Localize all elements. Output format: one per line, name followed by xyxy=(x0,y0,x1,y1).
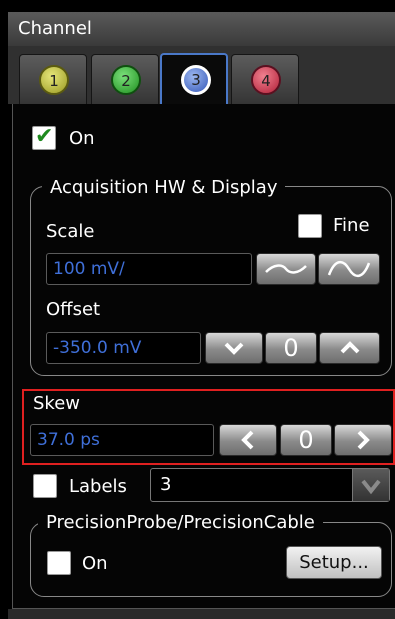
offset-decrement-button[interactable] xyxy=(205,332,263,364)
offset-label: Offset xyxy=(46,299,101,320)
channel-1-badge: 1 xyxy=(39,65,69,95)
labels-label: Labels xyxy=(69,476,127,497)
coarse-wave-icon xyxy=(265,264,307,274)
scale-input[interactable]: 100 mV/ xyxy=(46,253,252,285)
scale-fine-button[interactable] xyxy=(318,253,380,285)
window-title: Channel xyxy=(18,18,92,39)
precision-on-label: On xyxy=(82,553,108,574)
skew-decrement-button[interactable] xyxy=(219,424,277,456)
skew-input[interactable]: 37.0 ps xyxy=(30,424,214,456)
fine-label: Fine xyxy=(333,215,370,236)
channel-3-badge: 3 xyxy=(181,65,211,95)
chevron-down-icon xyxy=(361,479,381,495)
skew-label: Skew xyxy=(33,393,81,414)
checkmark-icon: ✔ xyxy=(35,124,54,149)
scale-coarse-button[interactable] xyxy=(256,253,316,285)
acquisition-legend: Acquisition HW & Display xyxy=(42,177,286,198)
skew-zero-button[interactable]: 0 xyxy=(280,424,332,456)
panel-footer xyxy=(8,609,395,619)
tab-channel-3[interactable]: 3 xyxy=(160,53,228,105)
offset-input[interactable]: -350.0 mV xyxy=(46,332,201,364)
scale-label: Scale xyxy=(46,221,95,242)
labels-checkbox[interactable] xyxy=(33,474,57,498)
chevron-right-icon xyxy=(357,430,370,450)
chevron-down-icon xyxy=(224,342,244,355)
chevron-left-icon xyxy=(241,430,254,450)
precision-legend: PrecisionProbe/PrecisionCable xyxy=(38,512,323,533)
labels-dropdown-value: 3 xyxy=(160,474,172,495)
chevron-up-icon xyxy=(340,341,359,354)
channel-2-badge: 2 xyxy=(111,65,141,95)
fine-checkbox[interactable] xyxy=(298,214,322,238)
tab-channel-4[interactable]: 4 xyxy=(231,54,299,104)
labels-dropdown-toggle[interactable] xyxy=(352,469,389,501)
labels-dropdown[interactable]: 3 xyxy=(150,468,390,502)
channel-on-checkbox[interactable]: ✔ xyxy=(32,124,56,150)
skew-increment-button[interactable] xyxy=(334,424,392,456)
window-titlebar: Channel xyxy=(8,12,395,47)
fine-wave-icon xyxy=(327,261,371,277)
precision-on-checkbox[interactable] xyxy=(47,551,71,575)
tab-channel-2[interactable]: 2 xyxy=(91,54,159,104)
channel-on-label: On xyxy=(69,128,95,149)
channel-4-badge: 4 xyxy=(251,65,281,95)
setup-button[interactable]: Setup... xyxy=(286,546,382,579)
offset-zero-button[interactable]: 0 xyxy=(265,332,317,364)
offset-increment-button[interactable] xyxy=(319,332,380,364)
tab-channel-1[interactable]: 1 xyxy=(19,54,87,104)
